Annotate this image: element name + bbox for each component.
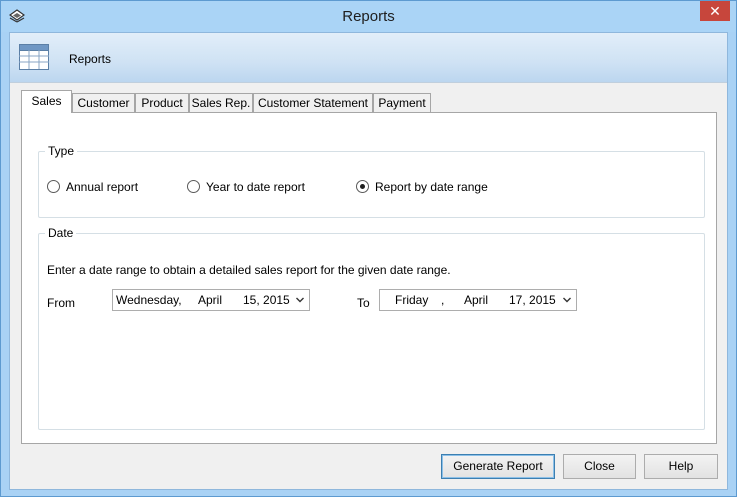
radio-label: Year to date report [206,180,305,194]
type-legend: Type [45,144,78,158]
to-label: To [357,296,370,310]
radio-label: Report by date range [375,180,488,194]
from-label: From [47,296,75,310]
radio-year-to-date-report[interactable]: Year to date report [187,180,305,196]
reports-window: Reports ✕ Reports Sales Customer Product… [0,0,737,497]
from-month: April [198,293,223,307]
type-groupbox: Type Annual report Year to date report R… [38,144,705,218]
tab-customer-statement[interactable]: Customer Statement [253,93,373,113]
radio-report-by-date-range[interactable]: Report by date range [356,180,488,196]
radio-label: Annual report [66,180,139,194]
title-bar[interactable]: Reports ✕ [1,1,736,32]
to-weekday: Friday [395,293,429,307]
from-weekday: Wednesday, [116,293,182,307]
date-legend: Date [45,226,77,240]
close-icon[interactable]: ✕ [700,1,730,21]
table-grid-icon [19,44,49,70]
window-title: Reports [342,8,395,25]
tab-product[interactable]: Product [135,93,189,113]
sales-tab-panel: Type Annual report Year to date report R… [21,112,717,444]
from-date-picker[interactable]: Wednesday, April 15, 2015 [112,289,310,311]
tab-sales-rep[interactable]: Sales Rep. [189,93,253,113]
client-area: Reports Sales Customer Product Sales Rep… [9,32,728,490]
header-band: Reports [10,33,727,83]
radio-annual-report[interactable]: Annual report [47,180,138,196]
to-day-year: 17, 2015 [509,293,556,307]
to-month: April [464,293,489,307]
help-button[interactable]: Help [644,454,718,479]
chevron-down-icon[interactable] [295,294,305,306]
radio-circle [187,180,200,193]
header-title: Reports [69,52,112,66]
to-separator: , [441,293,445,307]
close-button[interactable]: Close [563,454,636,479]
tab-payment[interactable]: Payment [373,93,431,113]
from-day-year: 15, 2015 [243,293,290,307]
tab-customer[interactable]: Customer [72,93,135,113]
radio-circle [47,180,60,193]
radio-circle-checked [356,180,369,193]
date-groupbox: Date Enter a date range to obtain a deta… [38,226,705,430]
tab-sales[interactable]: Sales [21,90,72,113]
chevron-down-icon[interactable] [562,294,572,306]
date-instruction: Enter a date range to obtain a detailed … [47,263,451,277]
generate-report-button[interactable]: Generate Report [441,454,555,479]
to-date-picker[interactable]: Friday , April 17, 2015 [379,289,577,311]
